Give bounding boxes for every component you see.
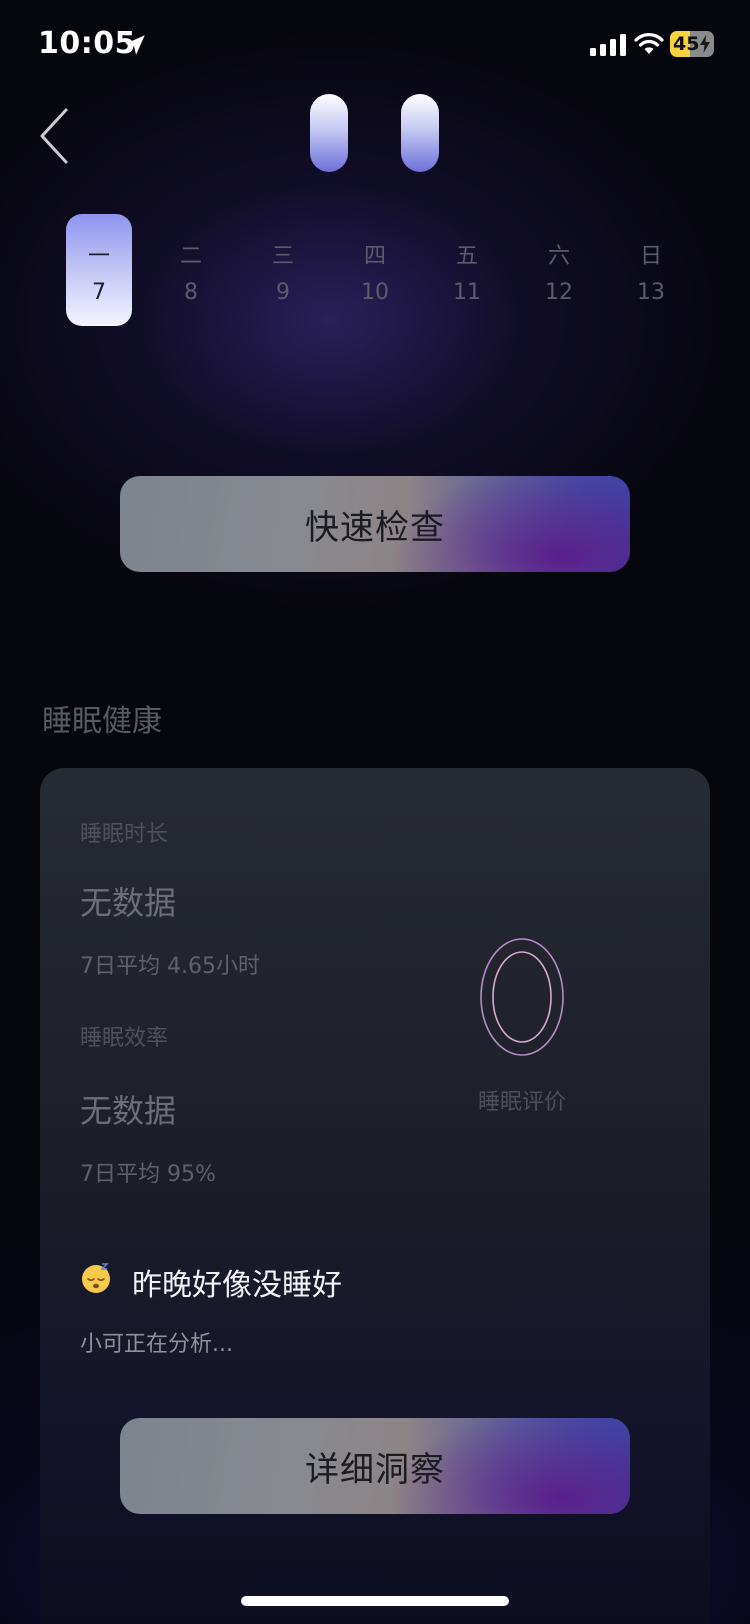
day-item[interactable]: 五 11	[434, 214, 500, 326]
home-indicator[interactable]	[241, 1596, 509, 1606]
sleep-duration-label: 睡眠时长	[80, 822, 169, 847]
day-date: 9	[276, 280, 290, 305]
sleep-score-label: 睡眠评价	[477, 1090, 566, 1115]
eye-pill-right	[401, 94, 439, 172]
location-arrow-icon	[125, 35, 145, 55]
day-date: 13	[637, 280, 665, 305]
sleep-score-ring	[480, 938, 564, 1056]
chevron-left-icon[interactable]	[36, 106, 76, 166]
wifi-icon	[634, 33, 664, 54]
signal-icon	[590, 34, 626, 56]
section-title: 睡眠健康	[42, 704, 162, 739]
day-item[interactable]: 日 13	[618, 214, 684, 326]
status-bar: 10:05 45	[0, 0, 750, 90]
day-item[interactable]: 六 12	[526, 214, 592, 326]
battery-level: 45	[673, 33, 700, 55]
day-date: 11	[453, 280, 481, 305]
day-item[interactable]: 二 8	[158, 214, 224, 326]
detail-insight-button[interactable]: 详细洞察	[120, 1418, 630, 1514]
day-weekday: 六	[547, 244, 570, 269]
eye-pill-left	[310, 94, 348, 172]
day-weekday: 五	[455, 244, 478, 269]
sleep-efficiency-value: 无数据	[80, 1092, 177, 1130]
day-item[interactable]: 三 9	[250, 214, 316, 326]
day-weekday: 一	[87, 244, 110, 269]
day-date: 8	[184, 280, 198, 305]
week-selector: 一 7 二 8 三 9 四 10 五 11 六 12 日 13	[66, 214, 686, 326]
sleep-efficiency-label: 睡眠效率	[80, 1026, 169, 1051]
day-weekday: 日	[639, 244, 662, 269]
day-date: 7	[92, 280, 106, 305]
day-weekday: 三	[271, 244, 294, 269]
quick-check-button[interactable]: 快速检查	[120, 476, 630, 572]
day-item[interactable]: 四 10	[342, 214, 408, 326]
sleep-duration-avg: 7日平均 4.65小时	[80, 954, 260, 979]
day-item[interactable]: 一 7	[66, 214, 132, 326]
battery-charging-icon: 45	[670, 31, 714, 57]
day-weekday: 二	[179, 244, 202, 269]
day-weekday: 四	[363, 244, 386, 269]
sleep-efficiency-avg: 7日平均 95%	[80, 1162, 216, 1187]
insight-subtitle: 小可正在分析...	[80, 1332, 233, 1357]
sleeping-face-icon	[82, 1263, 110, 1293]
insight-title: 昨晚好像没睡好	[132, 1268, 342, 1303]
day-date: 10	[361, 280, 389, 305]
day-date: 12	[545, 280, 573, 305]
bolt-icon	[700, 35, 710, 53]
sleep-duration-value: 无数据	[80, 884, 177, 922]
